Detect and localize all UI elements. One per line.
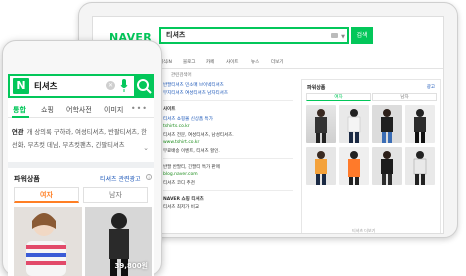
result-2: 티셔츠 전문, 여성티셔츠, 남성티셔츠. bbox=[163, 133, 234, 138]
power-products-title: 파워상품 bbox=[307, 85, 326, 91]
desktop-gender-tab-male[interactable]: 남자 bbox=[372, 93, 437, 101]
related-search-line-1[interactable]: 반팔티셔츠 민소매 브이넥티셔츠 bbox=[163, 82, 224, 88]
chevron-down-icon[interactable]: ⌄ bbox=[143, 144, 149, 152]
divider bbox=[163, 100, 293, 101]
desktop-tab-5[interactable]: 사이트 bbox=[226, 59, 238, 65]
product-image[interactable] bbox=[372, 147, 402, 185]
related-label: 연관 bbox=[12, 129, 24, 136]
divider bbox=[163, 190, 293, 191]
desktop-tab-3[interactable]: 블로그 bbox=[183, 59, 195, 65]
mobile-tab-0[interactable]: 통합 bbox=[13, 105, 26, 115]
clear-icon[interactable]: ✕ bbox=[106, 81, 115, 90]
result-1[interactable]: tshirts.co.kr bbox=[163, 124, 190, 130]
naver-n-logo[interactable]: N bbox=[13, 78, 29, 94]
desktop-related-title: 관련검색어 bbox=[171, 73, 192, 78]
result-0[interactable]: 티셔츠 쇼핑몰 신상품 특가 bbox=[163, 116, 213, 122]
related-keywords[interactable]: 개 상의룩 구하라, 여성티셔츠, 반팔티셔츠, 한선화, 부츠컷 데님, 부츠… bbox=[12, 129, 147, 149]
product-image[interactable] bbox=[339, 105, 369, 143]
related-ad-link[interactable]: 티셔츠 관련광고 bbox=[100, 174, 141, 183]
result-6[interactable]: blog.naver.com bbox=[163, 172, 198, 178]
microphone-icon[interactable] bbox=[120, 79, 128, 93]
product-image[interactable] bbox=[372, 105, 402, 143]
mobile-screen: N 티셔츠 ✕ 통합 쇼핑 어학사전 이미지 ••• 연관 개 상의룩 구하라,… bbox=[8, 74, 154, 276]
ad-label[interactable]: 광고 bbox=[427, 84, 435, 90]
result-3[interactable]: www.tshirt.co.kr bbox=[163, 140, 199, 146]
composite-screenshot: NAVER 티셔츠 ▼ 검색 통합 쇼핑 지식iN 블로그 카페 사이트 뉴스 … bbox=[0, 0, 466, 276]
mobile-tab-bar: 통합 쇼핑 어학사전 이미지 ••• bbox=[8, 102, 154, 118]
sites-title: 사이트 bbox=[163, 107, 176, 112]
mobile-search-bar[interactable]: N 티셔츠 ✕ bbox=[8, 74, 154, 98]
desktop-gender-tab-female[interactable]: 여자 bbox=[306, 93, 371, 101]
desktop-tab-7[interactable]: 더보기 bbox=[271, 59, 283, 65]
chevron-down-icon[interactable]: ▼ bbox=[341, 34, 345, 40]
more-link[interactable]: 티셔츠 더보기 bbox=[352, 228, 375, 233]
product-image[interactable] bbox=[306, 105, 336, 143]
more-icon[interactable]: ••• bbox=[131, 104, 148, 113]
result-8[interactable]: NAVER 쇼핑 티셔츠 bbox=[163, 196, 204, 202]
divider bbox=[163, 158, 293, 159]
mobile-search-button[interactable] bbox=[134, 76, 154, 96]
desktop-search-input[interactable]: 티셔츠 ▼ bbox=[159, 27, 349, 44]
product-image[interactable] bbox=[339, 147, 369, 185]
product-image[interactable] bbox=[405, 105, 435, 143]
result-5: 반팔 반팔티, 긴팔티 특가 판매 bbox=[163, 165, 220, 170]
mobile-gender-tab-female[interactable]: 여자 bbox=[14, 187, 79, 203]
mobile-tab-2[interactable]: 어학사전 bbox=[66, 105, 92, 115]
product-image[interactable] bbox=[14, 207, 82, 276]
product-price: 39,800원 bbox=[114, 262, 148, 270]
product-image[interactable] bbox=[405, 147, 435, 185]
desktop-search-query: 티셔츠 bbox=[166, 31, 186, 39]
mobile-search-query[interactable]: 티셔츠 bbox=[34, 80, 57, 92]
result-7: 티셔츠 코디 추천 bbox=[163, 181, 195, 186]
keyboard-icon[interactable] bbox=[331, 33, 338, 38]
mobile-tab-3[interactable]: 이미지 bbox=[104, 105, 123, 115]
product-image[interactable]: 39,800원 bbox=[85, 207, 152, 276]
desktop-power-products: 파워상품 광고 여자 남자 티셔츠 더보기 bbox=[301, 79, 441, 233]
section-separator bbox=[8, 162, 154, 168]
product-image[interactable] bbox=[306, 147, 336, 185]
desktop-tab-6[interactable]: 뉴스 bbox=[251, 59, 259, 65]
active-tab-indicator bbox=[12, 116, 29, 118]
search-icon bbox=[137, 79, 152, 94]
related-search-line-2[interactable]: 무지티셔츠 여성티셔츠 남자티셔츠 bbox=[163, 90, 228, 96]
result-4: 무료배송 이벤트, 티셔츠 할인. bbox=[163, 149, 220, 154]
mobile-gender-tab-male[interactable]: 남자 bbox=[83, 187, 148, 203]
result-9: 티셔츠 최저가 비교 bbox=[163, 205, 199, 210]
mobile-tab-1[interactable]: 쇼핑 bbox=[41, 105, 54, 115]
power-products-title: 파워상품 bbox=[14, 175, 40, 183]
info-icon[interactable]: i bbox=[146, 174, 152, 180]
mobile-related-searches[interactable]: 연관 개 상의룩 구하라, 여성티셔츠, 반팔티셔츠, 한선화, 부츠컷 데님, … bbox=[12, 126, 152, 152]
desktop-search-button[interactable]: 검색 bbox=[351, 27, 373, 44]
desktop-tab-4[interactable]: 카페 bbox=[206, 59, 214, 65]
